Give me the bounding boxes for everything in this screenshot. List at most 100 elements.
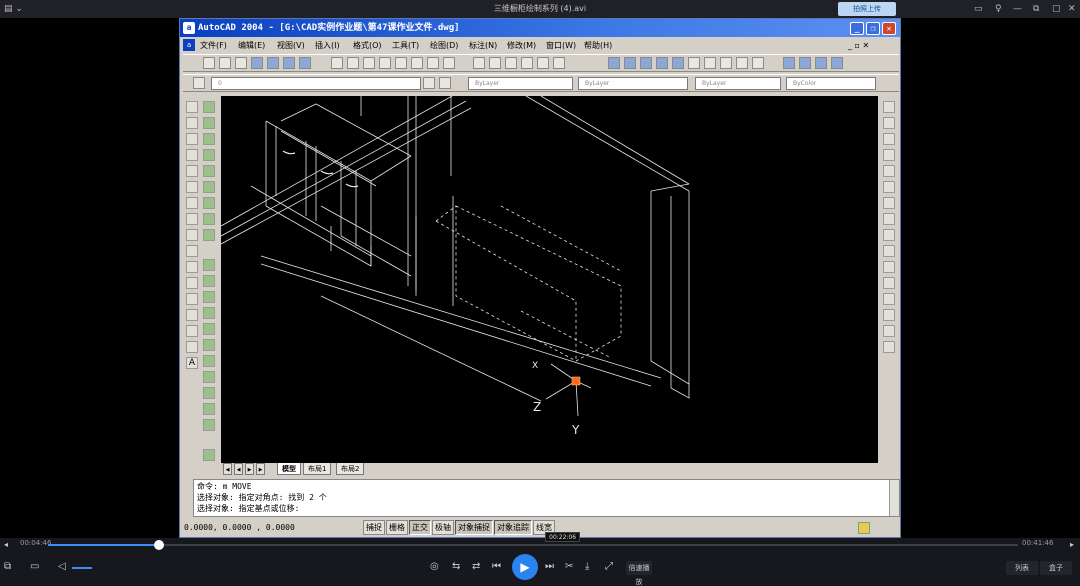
window-restore-button[interactable]: ❐ bbox=[866, 22, 880, 35]
ucs-button[interactable] bbox=[537, 57, 549, 69]
tab-last-button[interactable]: ▶ bbox=[256, 463, 265, 475]
tool-button[interactable] bbox=[219, 57, 231, 69]
close-icon[interactable]: ✕ bbox=[1068, 2, 1076, 16]
make-current-button[interactable] bbox=[423, 77, 435, 89]
volume-icon[interactable]: ◁ bbox=[58, 560, 66, 574]
text-icon[interactable]: A bbox=[186, 357, 198, 369]
move-icon[interactable] bbox=[883, 181, 895, 193]
tool-button[interactable] bbox=[299, 57, 311, 69]
ucs-button[interactable] bbox=[411, 57, 423, 69]
torus-icon[interactable] bbox=[203, 181, 215, 193]
tool-button[interactable] bbox=[283, 57, 295, 69]
tab-first-button[interactable]: ◀ bbox=[223, 463, 232, 475]
menu-draw[interactable]: 绘图(D) bbox=[430, 38, 458, 53]
solid-button[interactable] bbox=[640, 57, 652, 69]
loop-icon[interactable]: ⇆ bbox=[452, 560, 460, 574]
fillet-icon[interactable] bbox=[883, 325, 895, 337]
seek-thumb[interactable] bbox=[153, 540, 164, 550]
menu-dimension[interactable]: 标注(N) bbox=[469, 38, 497, 53]
solid-edit-icon[interactable] bbox=[203, 403, 215, 415]
solid-button[interactable] bbox=[752, 57, 764, 69]
menu-insert[interactable]: 插入(I) bbox=[315, 38, 340, 53]
osnap-toggle[interactable]: 对象捕捉 bbox=[455, 520, 493, 535]
solid-button[interactable] bbox=[736, 57, 748, 69]
offset-icon[interactable] bbox=[883, 149, 895, 161]
playlist-button[interactable]: 列表 bbox=[1006, 561, 1038, 575]
volume-slider[interactable] bbox=[72, 567, 92, 569]
window-minimize-button[interactable]: _ bbox=[850, 22, 864, 35]
wedge-icon[interactable] bbox=[203, 165, 215, 177]
arc-icon[interactable] bbox=[186, 181, 198, 193]
rectangle-icon[interactable] bbox=[186, 165, 198, 177]
menu-window[interactable]: 窗口(W) bbox=[546, 38, 576, 53]
pin-icon[interactable]: ▭ bbox=[974, 2, 983, 16]
drawing-canvas[interactable]: X Z Y bbox=[221, 96, 878, 464]
sphere-icon[interactable] bbox=[203, 117, 215, 129]
revolve-icon[interactable] bbox=[203, 213, 215, 225]
cylinder-icon[interactable] bbox=[203, 133, 215, 145]
ucs-button[interactable] bbox=[331, 57, 343, 69]
slice-icon[interactable] bbox=[203, 229, 215, 241]
construction-line-icon[interactable] bbox=[186, 117, 198, 129]
tool-button[interactable] bbox=[203, 57, 215, 69]
solid-button[interactable] bbox=[704, 57, 716, 69]
restore-icon[interactable]: ⧉ bbox=[1033, 2, 1039, 16]
command-window[interactable]: 命令: m MOVE 选择对象: 指定对角点: 找到 2 个 选择对象: 指定基… bbox=[193, 479, 900, 517]
ucs-button[interactable] bbox=[473, 57, 485, 69]
otrack-toggle[interactable]: 对象追踪 bbox=[494, 520, 532, 535]
menu-edit[interactable]: 编辑(E) bbox=[238, 38, 265, 53]
array-icon[interactable] bbox=[883, 165, 895, 177]
solid-edit-icon[interactable] bbox=[203, 419, 215, 431]
mirror-icon[interactable] bbox=[883, 133, 895, 145]
prev-chapter-icon[interactable]: ◂ bbox=[4, 538, 8, 552]
explode-icon[interactable] bbox=[883, 341, 895, 353]
tray-settings-icon[interactable] bbox=[858, 522, 870, 534]
lineweight-select[interactable]: ByLayer bbox=[695, 77, 781, 90]
intersect-icon[interactable] bbox=[203, 291, 215, 303]
grid-toggle[interactable]: 栅格 bbox=[386, 520, 408, 535]
polar-toggle[interactable]: 极轴 bbox=[432, 520, 454, 535]
solid-edit-icon[interactable] bbox=[203, 387, 215, 399]
scale-icon[interactable] bbox=[883, 213, 895, 225]
subtract-icon[interactable] bbox=[203, 275, 215, 287]
tool-button[interactable] bbox=[251, 57, 263, 69]
doc-icon[interactable]: a bbox=[183, 39, 195, 51]
ucs-button[interactable] bbox=[395, 57, 407, 69]
solid-button[interactable] bbox=[688, 57, 700, 69]
fullscreen-icon[interactable]: ⤢ bbox=[605, 560, 613, 574]
menu-view[interactable]: 视图(V) bbox=[277, 38, 305, 53]
solid-button[interactable] bbox=[672, 57, 684, 69]
previous-icon[interactable]: ⏮ bbox=[492, 560, 501, 574]
extend-icon[interactable] bbox=[883, 261, 895, 273]
menu-help[interactable]: 帮助(H) bbox=[584, 38, 612, 53]
spline-icon[interactable] bbox=[186, 229, 198, 241]
ellipse-arc-icon[interactable] bbox=[186, 261, 198, 273]
solid-button[interactable] bbox=[720, 57, 732, 69]
copy-icon[interactable] bbox=[883, 117, 895, 129]
ucs-button[interactable] bbox=[505, 57, 517, 69]
next-chapter-icon[interactable]: ▸ bbox=[1070, 538, 1074, 552]
menu-modify[interactable]: 修改(M) bbox=[507, 38, 536, 53]
menu-file[interactable]: 文件(F) bbox=[200, 38, 227, 53]
doc-window-controls[interactable]: _ ▫ ✕ bbox=[848, 38, 869, 53]
ucs-button[interactable] bbox=[363, 57, 375, 69]
seek-bar[interactable]: 00:22:06 bbox=[48, 532, 1018, 550]
tab-layout1[interactable]: 布局1 bbox=[303, 463, 332, 475]
box-button[interactable]: 盒子 bbox=[1040, 561, 1072, 575]
tool-button[interactable] bbox=[235, 57, 247, 69]
color-select[interactable]: ByLayer bbox=[468, 77, 573, 90]
maximize-icon[interactable]: ▢ bbox=[1052, 2, 1061, 16]
plotstyle-select[interactable]: ByColor bbox=[786, 77, 876, 90]
ucs-button[interactable] bbox=[521, 57, 533, 69]
grip-marker[interactable] bbox=[571, 376, 581, 386]
download-icon[interactable]: ⤓ bbox=[585, 560, 589, 574]
play-button[interactable]: ▶ bbox=[512, 554, 538, 580]
ucs-button[interactable] bbox=[553, 57, 565, 69]
solid-button[interactable] bbox=[656, 57, 668, 69]
make-block-icon[interactable] bbox=[186, 293, 198, 305]
break-icon[interactable] bbox=[883, 277, 895, 289]
join-icon[interactable] bbox=[883, 293, 895, 305]
tab-next-button[interactable]: ▶ bbox=[245, 463, 254, 475]
polyline-icon[interactable] bbox=[186, 133, 198, 145]
tab-model[interactable]: 模型 bbox=[277, 463, 301, 475]
